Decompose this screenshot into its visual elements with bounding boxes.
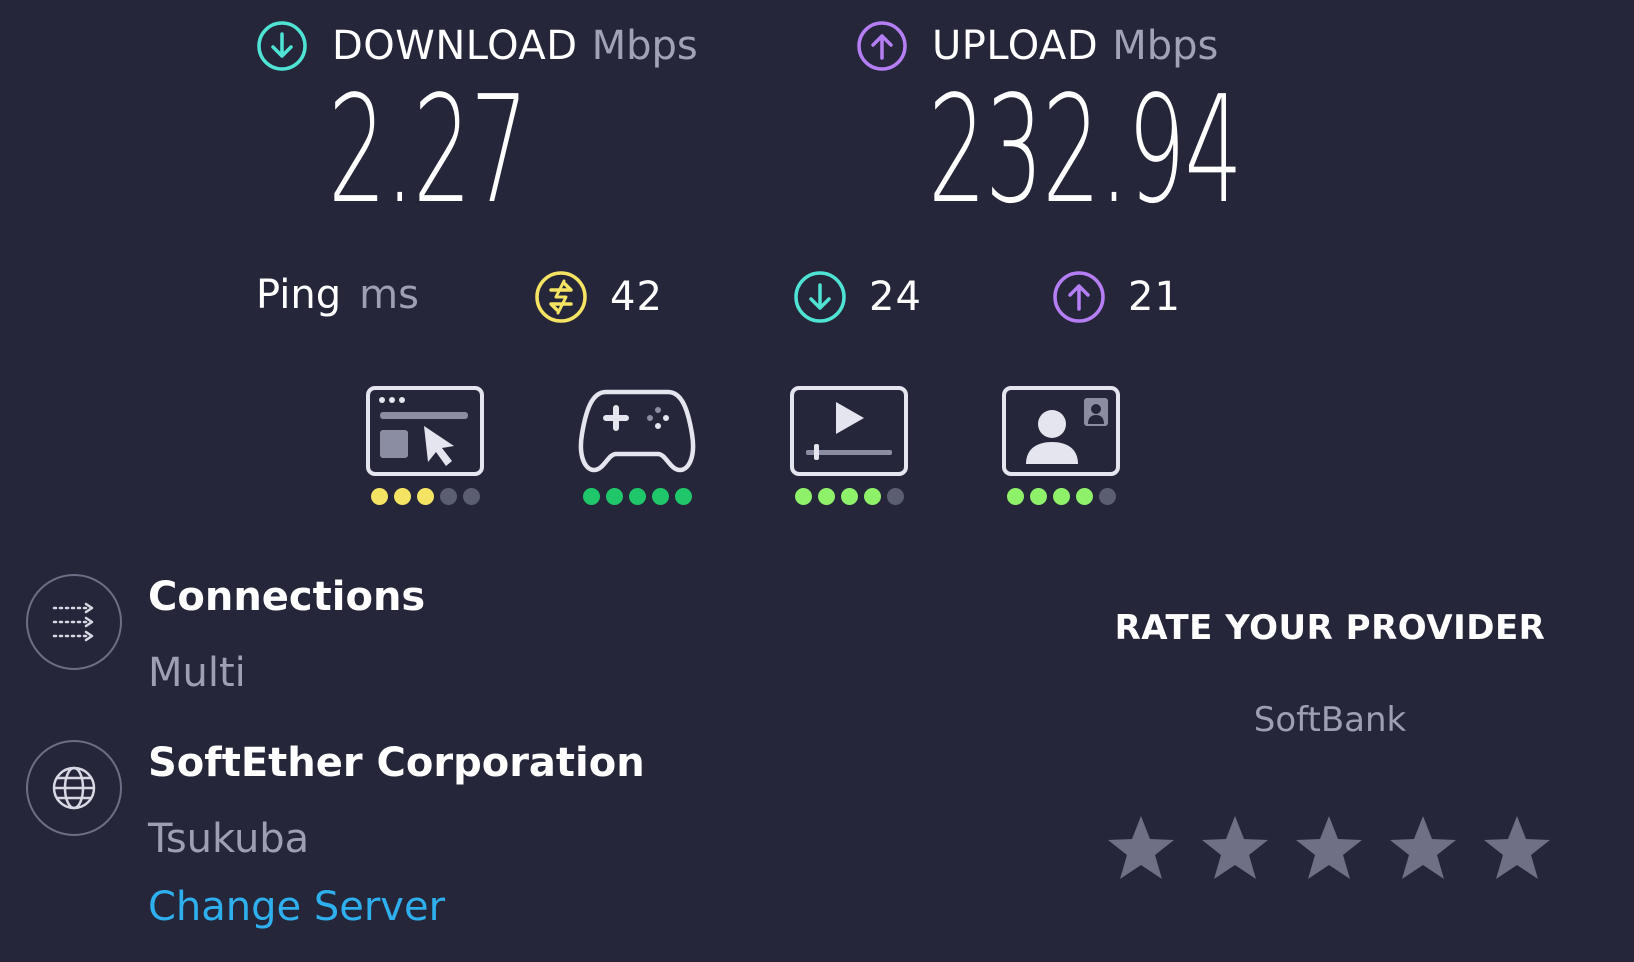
quality-web-browsing bbox=[366, 386, 484, 505]
quality-video-streaming-rating bbox=[790, 488, 908, 505]
server-name: SoftEther Corporation bbox=[148, 740, 645, 786]
arrow-down-circle-icon bbox=[794, 271, 846, 323]
rating-dot bbox=[674, 488, 692, 505]
rating-dot bbox=[794, 488, 812, 505]
rate-provider-section: RATE YOUR PROVIDER SoftBank bbox=[1100, 608, 1560, 740]
rate-provider-title: RATE YOUR PROVIDER bbox=[1114, 608, 1546, 648]
arrow-up-circle-icon bbox=[1053, 271, 1105, 323]
rating-dot bbox=[628, 488, 646, 505]
quality-web-browsing-rating bbox=[366, 488, 484, 505]
rating-dot bbox=[1029, 488, 1047, 505]
rating-dot bbox=[863, 488, 881, 505]
change-server-link[interactable]: Change Server bbox=[148, 884, 445, 930]
quality-video-chat bbox=[1002, 386, 1120, 505]
download-label: DOWNLOAD bbox=[332, 23, 578, 69]
rating-dot bbox=[817, 488, 835, 505]
rating-stars bbox=[1106, 814, 1552, 882]
rating-dot bbox=[439, 488, 457, 505]
ping-upload-value: 21 bbox=[1128, 274, 1181, 320]
ping-download-value: 24 bbox=[869, 274, 922, 320]
rating-dot bbox=[462, 488, 480, 505]
upload-unit: Mbps bbox=[1112, 23, 1219, 69]
upload-speed-value: 232.94 bbox=[928, 64, 1243, 236]
ping-idle-icon bbox=[535, 271, 587, 323]
download-unit: Mbps bbox=[591, 23, 698, 69]
connections-value: Multi bbox=[148, 650, 246, 696]
globe-icon bbox=[26, 740, 122, 836]
ping-unit: ms bbox=[359, 272, 419, 318]
star-icon[interactable] bbox=[1388, 814, 1458, 882]
video-streaming-icon bbox=[790, 386, 908, 476]
star-icon[interactable] bbox=[1200, 814, 1270, 882]
server-location: Tsukuba bbox=[148, 816, 310, 862]
rating-dot bbox=[1098, 488, 1116, 505]
provider-name: SoftBank bbox=[1253, 700, 1407, 740]
quality-video-streaming bbox=[790, 386, 908, 505]
star-icon[interactable] bbox=[1482, 814, 1552, 882]
rating-dot bbox=[1052, 488, 1070, 505]
connections-title: Connections bbox=[148, 574, 426, 620]
rating-dot bbox=[886, 488, 904, 505]
rating-dot bbox=[582, 488, 600, 505]
ping-idle: 42 bbox=[534, 270, 663, 324]
web-browsing-icon bbox=[366, 386, 484, 476]
quality-video-chat-rating bbox=[1002, 488, 1120, 505]
rating-dot bbox=[393, 488, 411, 505]
rating-dot bbox=[605, 488, 623, 505]
quality-gaming bbox=[578, 386, 696, 505]
rating-dot bbox=[370, 488, 388, 505]
download-speed-value: 2.27 bbox=[328, 64, 529, 236]
rating-dot bbox=[651, 488, 669, 505]
rating-dot bbox=[1006, 488, 1024, 505]
quality-gaming-rating bbox=[578, 488, 696, 505]
gaming-icon bbox=[578, 389, 696, 473]
rating-dot bbox=[416, 488, 434, 505]
connections-icon bbox=[26, 574, 122, 670]
star-icon[interactable] bbox=[1106, 814, 1176, 882]
arrow-down-circle-icon bbox=[257, 21, 307, 71]
ping-label: Ping bbox=[256, 272, 342, 318]
rating-dot bbox=[840, 488, 858, 505]
star-icon[interactable] bbox=[1294, 814, 1364, 882]
upload-label: UPLOAD bbox=[932, 23, 1099, 69]
rating-dot bbox=[1075, 488, 1093, 505]
ping-download: 24 bbox=[793, 270, 922, 324]
ping-header: Ping ms bbox=[256, 272, 419, 318]
ping-idle-value: 42 bbox=[610, 274, 663, 320]
ping-upload: 21 bbox=[1052, 270, 1181, 324]
arrow-up-circle-icon bbox=[857, 21, 907, 71]
video-chat-icon bbox=[1002, 386, 1120, 476]
